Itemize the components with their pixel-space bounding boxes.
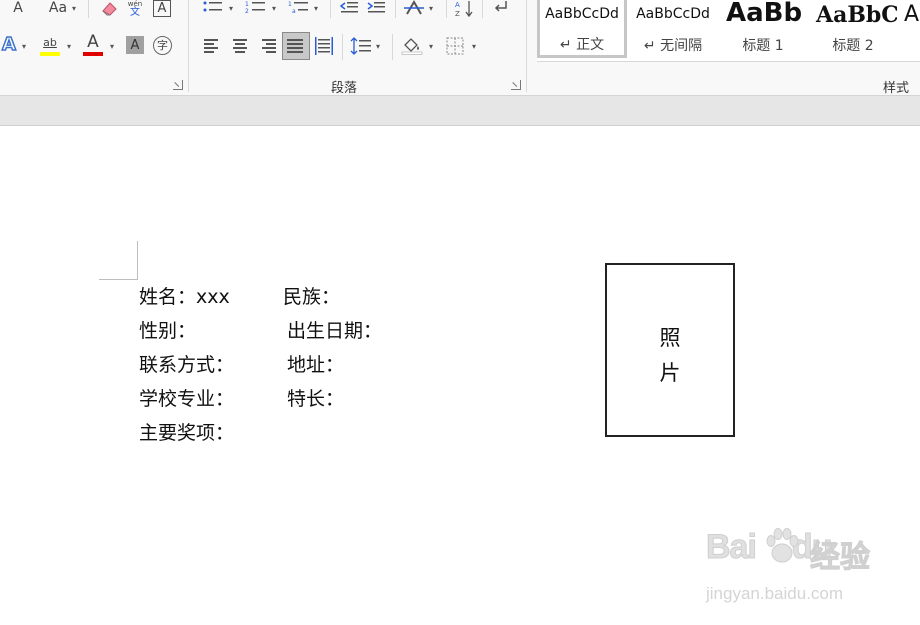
shading-dropdown-icon[interactable]: ▾ xyxy=(429,42,433,51)
svg-text:Z: Z xyxy=(455,10,460,18)
text-effects-dropdown-icon[interactable]: ▾ xyxy=(22,42,26,51)
svg-text:1: 1 xyxy=(245,1,249,8)
increase-indent-icon[interactable] xyxy=(366,0,386,16)
paragraph-group-label: 段落 xyxy=(331,81,358,96)
baidu-jingyan-watermark: Bai du 经验 jingyan.baidu.com xyxy=(700,528,910,608)
highlight-color-swatch xyxy=(40,52,60,56)
watermark-jingyan-text: 经验 xyxy=(810,540,871,576)
field-gender[interactable]: 性别： xyxy=(139,322,196,341)
paragraph-row-divider xyxy=(330,0,331,18)
shrink-font-button[interactable]: A xyxy=(8,0,28,16)
line-spacing-icon[interactable] xyxy=(350,36,372,56)
style-heading-2[interactable]: AaBbC 标题 2 xyxy=(809,0,897,58)
font-dialog-launcher-icon[interactable] xyxy=(173,80,183,90)
line-spacing-dropdown-icon[interactable]: ▾ xyxy=(376,42,380,51)
font-color-swatch xyxy=(83,52,103,56)
clear-formatting-icon[interactable] xyxy=(99,0,119,18)
field-awards[interactable]: 主要奖项： xyxy=(139,424,234,443)
watermark-url: jingyan.baidu.com xyxy=(706,584,844,603)
justify-icon[interactable] xyxy=(287,37,305,55)
svg-text:A: A xyxy=(455,1,460,9)
align-left-icon[interactable] xyxy=(204,37,222,55)
phonetic-guide-button[interactable]: wén 文 xyxy=(125,0,145,18)
svg-text:1: 1 xyxy=(288,1,292,8)
numbering-dropdown-icon[interactable]: ▾ xyxy=(272,4,276,13)
margin-corner-mark-vertical xyxy=(137,241,138,280)
paw-logo-icon xyxy=(766,528,799,563)
font-row-divider xyxy=(88,0,89,18)
ribbon: A Aa ▾ wén 文 A A ▾ ab ▾ A ▾ A 字 ▾ 12 ▾ 1… xyxy=(0,0,920,96)
margin-corner-mark-horizontal xyxy=(99,279,138,280)
multilevel-dropdown-icon[interactable]: ▾ xyxy=(314,4,318,13)
character-shading-button[interactable]: A xyxy=(126,36,144,54)
bullets-dropdown-icon[interactable]: ▾ xyxy=(229,4,233,13)
field-specialty[interactable]: 特长： xyxy=(287,390,344,409)
style-title[interactable]: A xyxy=(899,0,920,58)
borders-dropdown-icon[interactable]: ▾ xyxy=(472,42,476,51)
photo-label-line-2: 片 xyxy=(659,361,681,385)
style-no-spacing[interactable]: AaBbCcDd ↵ 无间隔 xyxy=(628,0,718,58)
field-ethnicity[interactable]: 民族： xyxy=(283,288,340,307)
highlight-dropdown-icon[interactable]: ▾ xyxy=(67,42,71,51)
styles-group-label: 样式 xyxy=(883,81,910,96)
paragraph-row-divider-3 xyxy=(446,0,447,18)
shading-divider xyxy=(392,34,393,60)
paragraph-row-divider-4 xyxy=(482,0,483,18)
field-contact[interactable]: 联系方式： xyxy=(139,356,234,375)
font-color-dropdown-icon[interactable]: ▾ xyxy=(110,42,114,51)
field-school-major[interactable]: 学校专业： xyxy=(139,390,234,409)
align-divider xyxy=(342,34,343,60)
field-address[interactable]: 地址： xyxy=(287,356,344,375)
decrease-indent-icon[interactable] xyxy=(339,0,359,16)
style-normal[interactable]: AaBbCcDd ↵ 正文 xyxy=(537,0,627,58)
distributed-align-icon[interactable] xyxy=(314,36,334,56)
font-group-separator xyxy=(188,0,189,92)
svg-text:a: a xyxy=(292,8,296,15)
svg-text:2: 2 xyxy=(245,8,249,15)
bullets-icon[interactable] xyxy=(202,0,224,16)
text-highlight-button[interactable]: ab xyxy=(39,34,61,50)
align-center-icon[interactable] xyxy=(232,37,250,55)
sort-icon[interactable]: AZ xyxy=(455,0,475,18)
paragraph-row-divider-2 xyxy=(395,0,396,18)
align-right-icon[interactable] xyxy=(260,37,278,55)
styles-gallery: AaBbCcDd ↵ 正文 AaBbCcDd ↵ 无间隔 AaBb 标题 1 A… xyxy=(537,0,920,62)
font-color-button[interactable]: A xyxy=(83,33,103,51)
show-hide-marks-icon[interactable] xyxy=(490,0,512,16)
text-effects-button[interactable]: A xyxy=(0,35,18,55)
multilevel-list-icon[interactable]: 1a xyxy=(288,0,310,16)
photo-label-line-1: 照 xyxy=(659,326,681,350)
field-birth-date[interactable]: 出生日期： xyxy=(287,322,382,341)
numbering-icon[interactable]: 12 xyxy=(245,0,267,16)
chinese-layout-icon[interactable] xyxy=(404,0,426,16)
paragraph-group-separator xyxy=(526,0,527,92)
paragraph-dialog-launcher-icon[interactable] xyxy=(511,80,521,90)
field-name[interactable]: 姓名：xxx xyxy=(139,288,230,307)
change-case-button[interactable]: Aa xyxy=(46,0,70,16)
change-case-dropdown-icon[interactable]: ▾ xyxy=(72,4,76,13)
style-heading-1[interactable]: AaBb 标题 1 xyxy=(719,0,807,58)
photo-placeholder-box[interactable]: 照 片 xyxy=(605,263,735,437)
character-border-button[interactable]: A xyxy=(153,0,171,17)
enclose-characters-button[interactable]: 字 xyxy=(153,36,172,55)
shading-icon[interactable] xyxy=(401,35,423,55)
borders-icon[interactable] xyxy=(445,36,465,56)
ruler-band xyxy=(0,96,920,126)
chinese-layout-dropdown-icon[interactable]: ▾ xyxy=(429,4,433,13)
